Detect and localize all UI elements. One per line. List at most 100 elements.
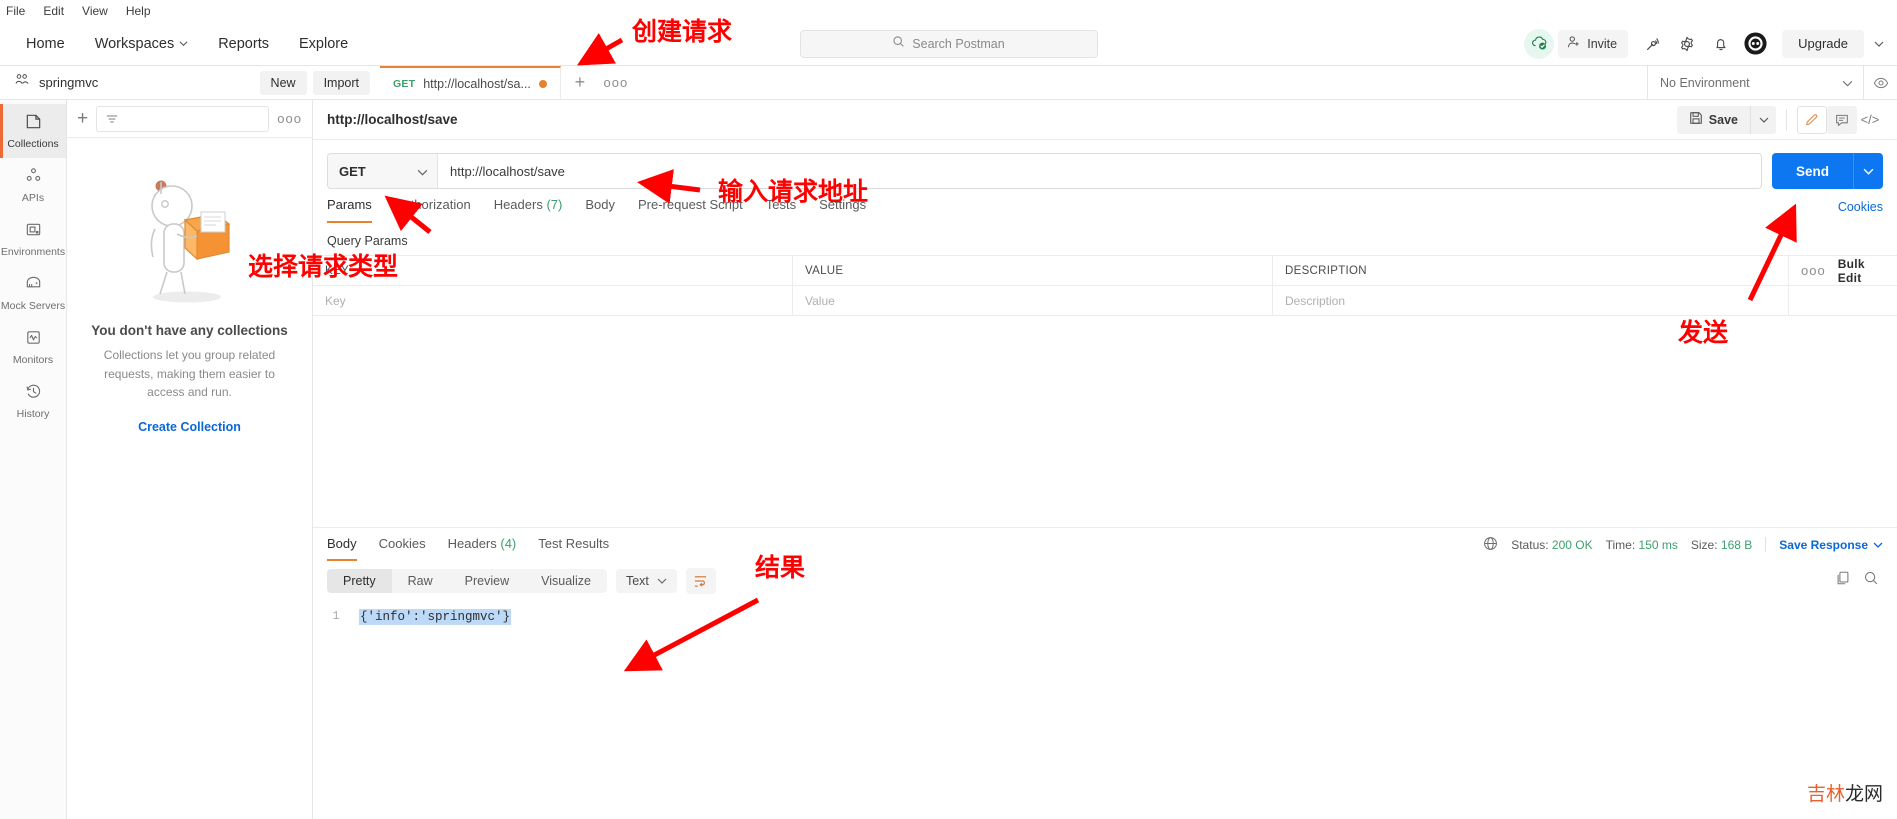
params-table-actions: ooo Bulk Edit — [1789, 256, 1897, 285]
menu-item-help[interactable]: Help — [126, 4, 151, 18]
params-more-icon[interactable]: ooo — [1801, 263, 1826, 278]
avatar-icon[interactable] — [1740, 29, 1770, 59]
tab-tests[interactable]: Tests — [766, 197, 796, 223]
divider — [1786, 108, 1787, 131]
send-button[interactable]: Send — [1771, 153, 1853, 189]
response-tab-cookies[interactable]: Cookies — [379, 536, 426, 561]
tab-headers[interactable]: Headers (7) — [494, 197, 563, 223]
nav-links: Home Workspaces Reports Explore — [14, 30, 360, 58]
view-mode-visualize[interactable]: Visualize — [525, 569, 607, 593]
nav-workspaces[interactable]: Workspaces — [83, 30, 201, 58]
view-mode-preview[interactable]: Preview — [449, 569, 525, 593]
table-row[interactable]: Key Value Description — [313, 286, 1897, 316]
param-value-input[interactable]: Value — [793, 286, 1273, 315]
collections-icon — [24, 112, 43, 134]
response-tools — [1835, 570, 1883, 591]
response-tab-body-label: Body — [327, 535, 357, 551]
param-description-input[interactable]: Description — [1273, 286, 1789, 315]
add-collection-icon[interactable]: + — [77, 109, 88, 128]
response-body-text[interactable]: {'info':'springmvc'} — [359, 608, 512, 625]
request-empty-space — [313, 316, 1897, 527]
tab-pre-request-script[interactable]: Pre-request Script — [638, 197, 743, 223]
globe-icon — [1483, 536, 1498, 554]
tab-params[interactable]: Params — [327, 197, 372, 223]
response-view-modes: Pretty Raw Preview Visualize — [327, 568, 607, 593]
gear-icon[interactable] — [1672, 29, 1702, 59]
new-tab-button[interactable]: + — [561, 66, 599, 99]
nav-home[interactable]: Home — [14, 30, 77, 58]
menu-bar: File Edit View Help — [0, 0, 1897, 22]
response-tab-headers[interactable]: Headers (4) — [448, 536, 517, 561]
sidebar-item-environments[interactable]: Environments — [0, 212, 66, 266]
upgrade-label: Upgrade — [1798, 36, 1848, 51]
method-value: GET — [339, 163, 366, 179]
tab-settings[interactable]: Settings — [819, 197, 866, 223]
menu-item-view[interactable]: View — [82, 4, 108, 18]
request-tab[interactable]: GET http://localhost/sa... — [380, 66, 561, 99]
edit-pencil-icon[interactable] — [1797, 105, 1827, 134]
menu-item-edit[interactable]: Edit — [43, 4, 64, 18]
copy-icon[interactable] — [1835, 570, 1851, 591]
size-group: Size: 168 B — [1691, 538, 1752, 552]
workspace-name[interactable]: springmvc — [39, 75, 98, 90]
comment-icon[interactable] — [1827, 105, 1857, 134]
cookies-link[interactable]: Cookies — [1838, 200, 1883, 223]
search-input[interactable]: Search Postman — [799, 29, 1098, 58]
monitors-icon — [24, 328, 43, 350]
import-button[interactable]: Import — [312, 70, 370, 95]
save-options-button[interactable] — [1750, 105, 1776, 134]
upgrade-chevron-icon[interactable] — [1874, 39, 1884, 48]
empty-title: You don't have any collections — [91, 323, 288, 338]
size-value: 168 B — [1720, 537, 1753, 552]
bell-icon[interactable] — [1706, 29, 1736, 59]
satellite-icon[interactable] — [1638, 29, 1668, 59]
search-icon[interactable] — [1863, 570, 1879, 591]
environment-quick-look-icon[interactable] — [1863, 66, 1897, 99]
send-options-button[interactable] — [1853, 153, 1883, 189]
left-rail: Collections APIs Environments Mock Serve… — [0, 100, 67, 819]
response-tab-body[interactable]: Body — [327, 536, 357, 561]
main-body: Collections APIs Environments Mock Serve… — [0, 100, 1897, 819]
save-button[interactable]: Save — [1676, 105, 1750, 134]
nav-reports[interactable]: Reports — [206, 30, 281, 58]
param-key-input[interactable]: Key — [313, 286, 793, 315]
code-snippet-icon[interactable]: </> — [1857, 112, 1883, 127]
response-tab-test-results[interactable]: Test Results — [538, 536, 609, 561]
tab-options-icon[interactable]: ooo — [599, 66, 633, 99]
response-format-selector[interactable]: Text — [615, 568, 677, 593]
watermark-part2: 龙网 — [1844, 784, 1883, 805]
response-body[interactable]: 1 {'info':'springmvc'} I — [313, 601, 1897, 819]
request-tabs-row: Params Authorization Headers (7) Body Pr… — [313, 189, 1897, 223]
upgrade-button[interactable]: Upgrade — [1782, 29, 1864, 58]
invite-button[interactable]: Invite — [1558, 29, 1629, 58]
url-input[interactable]: http://localhost/save — [438, 154, 1761, 188]
filter-input[interactable] — [96, 105, 270, 132]
view-mode-pretty[interactable]: Pretty — [327, 568, 392, 593]
menu-item-file[interactable]: File — [6, 4, 25, 18]
chevron-down-icon — [179, 39, 188, 48]
tab-authorization[interactable]: Authorization — [395, 197, 471, 223]
tab-body[interactable]: Body — [585, 197, 615, 223]
save-response-button[interactable]: Save Response — [1779, 538, 1883, 552]
new-button[interactable]: New — [259, 70, 307, 95]
collections-more-icon[interactable]: ooo — [277, 111, 302, 126]
environment-selector[interactable]: No Environment — [1647, 66, 1863, 99]
view-mode-raw[interactable]: Raw — [392, 569, 449, 593]
search-icon — [892, 35, 905, 53]
cloud-check-icon[interactable] — [1524, 28, 1555, 59]
create-collection-link[interactable]: Create Collection — [138, 420, 241, 434]
wrap-lines-icon[interactable] — [685, 567, 716, 594]
sidebar-item-mock-servers[interactable]: Mock Servers — [0, 266, 66, 320]
sidebar-item-collections[interactable]: Collections — [0, 104, 66, 158]
send-group: Send — [1771, 153, 1883, 189]
nav-explore[interactable]: Explore — [287, 30, 360, 58]
watermark: 吉林龙网 — [1807, 779, 1883, 806]
method-selector[interactable]: GET — [328, 154, 438, 188]
sidebar-item-monitors[interactable]: Monitors — [0, 320, 66, 374]
collections-sidebar: + ooo You don't have any collections Col… — [67, 100, 313, 819]
bulk-edit-link[interactable]: Bulk Edit — [1838, 257, 1883, 285]
sidebar-item-history[interactable]: History — [0, 374, 66, 428]
top-navigation-bar: Home Workspaces Reports Explore Search P… — [0, 22, 1897, 66]
response-tabs: Body Cookies Headers (4) Test Results — [327, 536, 609, 561]
sidebar-item-apis[interactable]: APIs — [0, 158, 66, 212]
